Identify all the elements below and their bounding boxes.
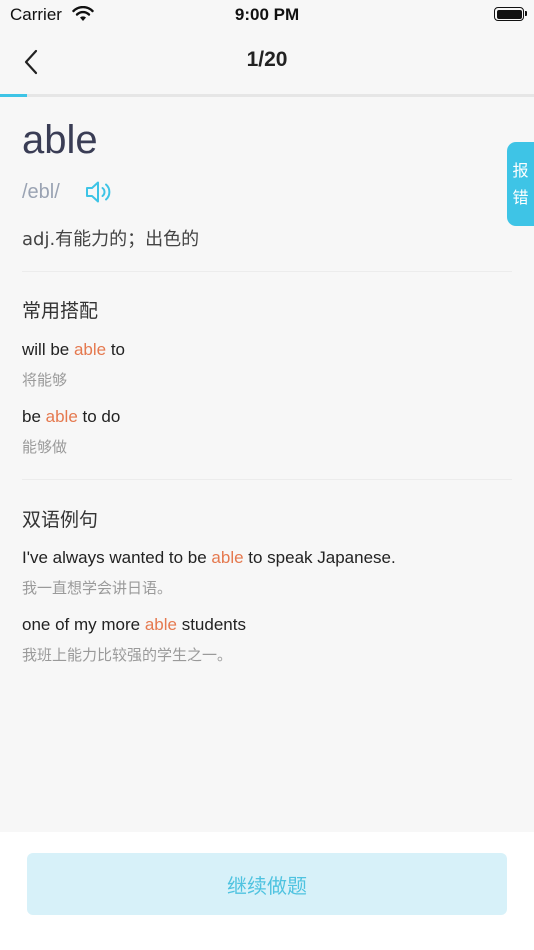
collocations-title: 常用搭配 xyxy=(22,300,99,322)
continue-button[interactable]: 继续做题 xyxy=(27,853,507,915)
progress-bar xyxy=(0,94,534,97)
collocation-translation: 将能够 xyxy=(22,371,68,389)
example-translation: 我一直想学会讲日语。 xyxy=(22,579,173,597)
battery-icon xyxy=(494,7,527,21)
highlight-word: able xyxy=(144,615,177,634)
highlight-word: able xyxy=(211,548,244,567)
headword: able xyxy=(22,118,98,162)
status-bar: Carrier 9:00 PM xyxy=(0,0,534,30)
divider xyxy=(22,271,512,272)
definition: adj.有能力的；出色的 xyxy=(22,229,200,250)
examples-title: 双语例句 xyxy=(22,509,99,531)
highlight-word: able xyxy=(73,340,107,359)
clock: 9:00 PM xyxy=(234,5,300,24)
report-char: 错 xyxy=(512,188,529,207)
page-title: 1/20 xyxy=(246,48,288,71)
bottom-action-bar: 继续做题 xyxy=(0,832,534,950)
progress-fill xyxy=(0,94,27,97)
navigation-bar: 1/20 xyxy=(0,30,534,94)
report-char: 报 xyxy=(512,161,529,180)
report-error-button[interactable]: 报 错 xyxy=(507,142,534,226)
example-sentence: I've always wanted to be able to speak J… xyxy=(22,548,396,567)
example-sentence: one of my more able students xyxy=(22,615,246,634)
collocation-translation: 能够做 xyxy=(22,438,68,456)
divider xyxy=(22,479,512,480)
collocation-phrase: will be able to xyxy=(22,340,126,359)
phonetic: /ebl/ xyxy=(22,181,60,203)
speaker-icon[interactable] xyxy=(84,178,116,206)
example-translation: 我班上能力比较强的学生之一。 xyxy=(22,646,233,664)
collocation-phrase: be able to do xyxy=(22,407,121,426)
highlight-word: able xyxy=(45,407,78,426)
